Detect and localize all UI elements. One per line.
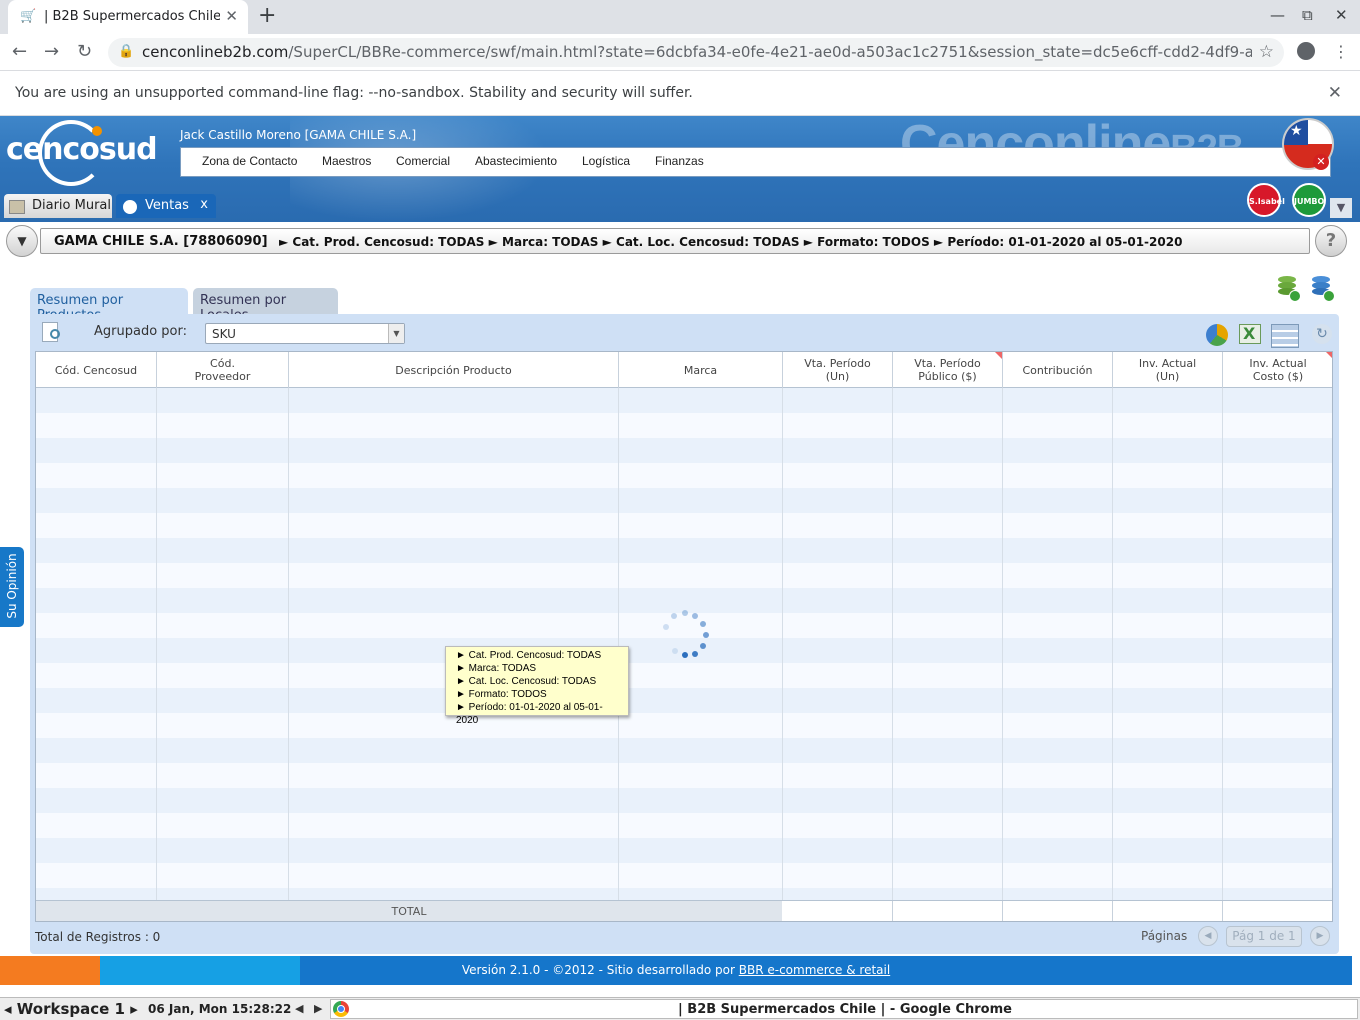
infobar-close-icon[interactable]: ✕	[1328, 83, 1342, 103]
group-by-value: SKU	[212, 327, 236, 341]
browser-toolbar: ← → ↻ 🔒 cenconlineb2b.com/SuperCL/BBRe-c…	[0, 34, 1360, 71]
filter-path: ► Cat. Prod. Cencosud: TODAS ► Marca: TO…	[279, 235, 1183, 249]
menu-abastecimiento[interactable]: Abastecimiento	[475, 154, 557, 168]
cencosud-logo: cencosud	[6, 132, 158, 167]
browser-tabstrip: 🛒 | B2B Supermercados Chile ✕ + — ⧉ ✕	[0, 0, 1360, 34]
santa-isabel-badge[interactable]: S.Isabel	[1247, 183, 1285, 217]
page-indicator: Pág 1 de 1	[1226, 926, 1302, 947]
taskbar-next-icon[interactable]: ▶	[314, 1002, 322, 1015]
col-marca[interactable]: Marca	[619, 352, 783, 388]
tab-ventas-close[interactable]: x	[200, 197, 208, 212]
refresh-icon[interactable]: ↻	[1310, 322, 1334, 346]
chrome-logo-icon	[333, 1001, 349, 1017]
grid-total-row: TOTAL	[36, 900, 1332, 921]
tooltip-line: ► Formato: TODOS	[456, 689, 547, 700]
feedback-label: Su Opinión	[5, 553, 19, 619]
col-vta-periodo-publico[interactable]: Vta. Período Público ($)	[893, 352, 1003, 388]
company-label: GAMA CHILE S.A. [78806090]	[54, 234, 268, 249]
menu-maestros[interactable]: Maestros	[322, 154, 371, 168]
export-db-blue-icon[interactable]	[1310, 276, 1335, 302]
app-footer: Versión 2.1.0 - ©2012 - Sitio desarrolla…	[0, 956, 1352, 985]
tab-resumen-locales[interactable]: Resumen por Locales	[193, 288, 338, 323]
tab-resumen-productos[interactable]: Resumen por Productos	[30, 288, 188, 323]
tab-ventas-label: Ventas	[145, 198, 189, 213]
restore-icon[interactable]: ⧉	[1302, 6, 1313, 24]
loading-spinner-icon	[658, 608, 710, 660]
workspace-switcher[interactable]: ◂ Workspace 1 ▸	[4, 1000, 138, 1018]
col-inv-actual-costo[interactable]: Inv. Actual Costo ($)	[1223, 352, 1332, 388]
grid-header: Cód. Cencosud Cód. Proveedor Descripción …	[36, 352, 1332, 388]
taskbar-window-chrome[interactable]: | B2B Supermercados Chile | - Google Chr…	[330, 999, 1358, 1019]
group-by-label: Agrupado por:	[94, 324, 187, 339]
taskbar-clock: 06 Jan, Mon 15:28:22	[148, 1002, 292, 1016]
menu-zona-contacto[interactable]: Zona de Contacto	[202, 154, 297, 168]
logout-close-icon[interactable]: ✕	[1313, 154, 1329, 170]
col-cod-cencosud[interactable]: Cód. Cencosud	[36, 352, 157, 388]
total-label: TOTAL	[36, 901, 782, 921]
warning-infobar: You are using an unsupported command-lin…	[0, 72, 1360, 116]
col-descripcion[interactable]: Descripción Producto	[289, 352, 619, 388]
browser-tab[interactable]: 🛒 | B2B Supermercados Chile ✕	[8, 0, 248, 34]
minimize-icon[interactable]: —	[1270, 6, 1285, 24]
bookmark-star-icon[interactable]: ☆	[1259, 42, 1274, 62]
account-icon[interactable]	[1297, 42, 1315, 60]
forward-icon[interactable]: →	[44, 41, 59, 62]
app-header: cencosud Jack Castillo Moreno [GAMA CHIL…	[0, 116, 1360, 222]
chevron-down-icon[interactable]: ▼	[388, 324, 404, 343]
search-document-icon[interactable]	[42, 322, 66, 344]
filter-tooltip: ► Cat. Prod. Cencosud: TODAS ► Marca: TO…	[445, 646, 629, 726]
jumbo-badge[interactable]: JUMBO	[1292, 183, 1326, 217]
chart-icon[interactable]	[1205, 322, 1229, 346]
address-bar[interactable]: 🔒 cenconlineb2b.com/SuperCL/BBRe-commerc…	[108, 38, 1284, 67]
prev-page-button[interactable]: ◀	[1198, 926, 1218, 946]
footer-text: Versión 2.1.0 - ©2012 - Sitio desarrolla…	[461, 963, 891, 977]
col-contribucion[interactable]: Contribución	[1003, 352, 1113, 388]
back-icon[interactable]: ←	[12, 41, 27, 62]
cart-favicon-icon: 🛒	[20, 9, 37, 24]
tooltip-line: ► Período: 01-01-2020 al 05-01-2020	[456, 702, 603, 726]
new-tab-button[interactable]: +	[258, 3, 276, 28]
group-by-select[interactable]: SKU ▼	[205, 323, 405, 344]
export-db-green-icon[interactable]	[1276, 276, 1301, 302]
table-config-icon[interactable]	[1271, 322, 1299, 348]
help-icon[interactable]: ?	[1315, 225, 1347, 257]
close-tab-icon[interactable]: ✕	[225, 7, 238, 25]
user-label: Jack Castillo Moreno [GAMA CHILE S.A.]	[180, 128, 417, 142]
tab-diario-mural[interactable]: Diario Mural	[4, 194, 112, 218]
taskbar-prev-icon[interactable]: ◀	[295, 1002, 303, 1015]
tooltip-line: ► Cat. Loc. Cencosud: TODAS	[456, 676, 597, 687]
tab-diario-mural-label: Diario Mural	[32, 198, 112, 213]
taskbar-window-title: | B2B Supermercados Chile | - Google Chr…	[678, 1002, 1012, 1017]
menu-finanzas[interactable]: Finanzas	[655, 154, 704, 168]
newspaper-icon	[9, 200, 25, 214]
filter-toggle-icon[interactable]: ▼	[6, 225, 38, 257]
main-menu: Zona de Contacto Maestros Comercial Abas…	[180, 147, 1331, 177]
menu-logistica[interactable]: Logística	[582, 154, 630, 168]
bbr-link[interactable]: BBR e-commerce & retail	[739, 963, 890, 977]
feedback-side-tab[interactable]: Su Opinión	[0, 547, 24, 627]
col-cod-proveedor[interactable]: Cód. Proveedor	[157, 352, 289, 388]
tooltip-line: ► Cat. Prod. Cencosud: TODAS	[456, 650, 602, 661]
reload-icon[interactable]: ↻	[77, 41, 92, 62]
chrome-menu-icon[interactable]: ⋮	[1333, 42, 1349, 61]
tab-ventas[interactable]: Ventas x	[116, 194, 216, 218]
breadcrumb: GAMA CHILE S.A. [78806090] ► Cat. Prod. …	[40, 228, 1310, 254]
header-expand-icon[interactable]: ▼	[1330, 198, 1352, 218]
col-inv-actual-un[interactable]: Inv. Actual (Un)	[1113, 352, 1223, 388]
infobar-message: You are using an unsupported command-lin…	[15, 85, 693, 101]
url-text[interactable]: cenconlineb2b.com/SuperCL/BBRe-commerce/…	[142, 43, 1252, 61]
col-vta-periodo-un[interactable]: Vta. Período (Un)	[783, 352, 893, 388]
close-window-icon[interactable]: ✕	[1335, 6, 1348, 24]
lock-icon: 🔒	[118, 44, 135, 59]
os-taskbar: ◂ Workspace 1 ▸ 06 Jan, Mon 15:28:22 ◀ ▶…	[0, 997, 1360, 1020]
pie-chart-icon	[123, 200, 137, 214]
browser-tab-title: | B2B Supermercados Chile	[44, 9, 220, 24]
next-page-button[interactable]: ▶	[1310, 926, 1330, 946]
pages-label: Páginas	[1141, 929, 1188, 943]
excel-export-icon[interactable]: X	[1239, 322, 1263, 346]
menu-comercial[interactable]: Comercial	[396, 154, 450, 168]
filter-breadcrumb-row: ▼ GAMA CHILE S.A. [78806090] ► Cat. Prod…	[0, 222, 1360, 260]
tooltip-line: ► Marca: TODAS	[456, 663, 537, 674]
total-records: Total de Registros : 0	[35, 930, 161, 944]
